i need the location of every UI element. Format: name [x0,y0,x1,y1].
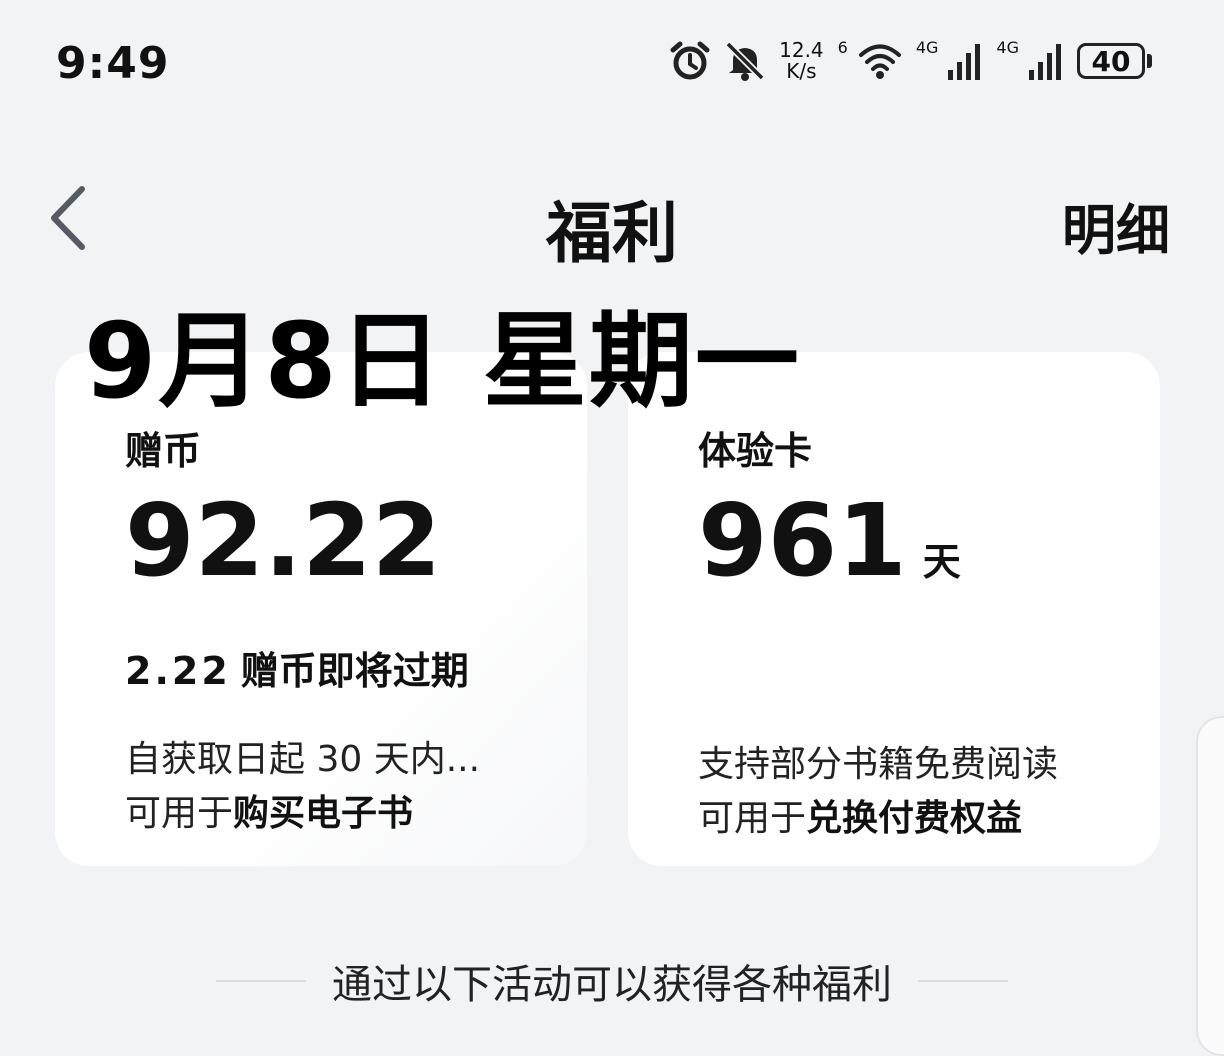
edge-panel-handle[interactable] [1196,716,1224,1056]
battery-indicator: 40 [1077,43,1152,79]
signal1-label: 4G [915,37,939,57]
divider-left [216,980,306,982]
coins-card[interactable]: 赠币 92.22 2.22 赠币即将过期 自获取日起 30 天内... 可用于购买… [55,352,587,866]
trial-usage-text: 可用于兑换付费权益 [698,789,1160,839]
status-icons: 12.4 K/s 6 4G 4G 40 [669,38,1152,84]
wifi-icon [858,44,901,79]
battery-level: 40 [1077,43,1145,79]
trial-card[interactable]: 体验卡 961 天 支持部分书籍免费阅读 可用于兑换付费权益 [628,352,1160,866]
coins-usage-text: 可用于购买电子书 [125,784,587,834]
network-speed-unit: K/s [786,59,817,83]
expire-amount: 2.22 [125,649,231,693]
alarm-icon [670,41,710,80]
page-title: 福利 [546,195,678,272]
trial-unit: 天 [922,540,961,584]
trial-label: 体验卡 [698,429,813,473]
activities-section-header: 通过以下活动可以获得各种福利 [0,952,1224,1010]
coins-usage-prefix: 可用于 [125,793,234,834]
coins-expire-notice: 2.22 赠币即将过期 [125,640,587,693]
activities-caption: 通过以下活动可以获得各种福利 [332,962,892,1008]
trial-value-number: 961 [698,482,907,599]
trial-usage-bold: 兑换付费权益 [806,798,1023,839]
wifi-standard-label: 6 [837,37,848,57]
status-time: 9:49 [56,38,170,89]
coins-value-number: 92.22 [125,482,442,599]
network-speed: 12.4 K/s [779,40,824,82]
coins-usage-bold: 购买电子书 [233,793,414,834]
network-speed-value: 12.4 [779,38,824,62]
cell-signal-1-icon [948,44,981,80]
signal2-label: 4G [996,37,1019,57]
battery-nub [1147,54,1152,68]
coins-validity-text: 自获取日起 30 天内... [125,739,481,780]
divider-right [918,980,1008,982]
mute-bell-icon [725,41,765,81]
coins-label: 赠币 [125,429,202,473]
trial-description-text: 支持部分书籍免费阅读 [698,744,1059,785]
coins-value: 92.22 [125,486,587,596]
details-button[interactable]: 明细 [1062,186,1170,265]
expire-text: 赠币即将过期 [240,649,469,693]
date-overlay: 9月8日 星期一 [84,300,801,422]
trial-value: 961 天 [698,486,1160,617]
cell-signal-2-icon [1029,44,1061,80]
trial-usage-prefix: 可用于 [698,798,807,839]
